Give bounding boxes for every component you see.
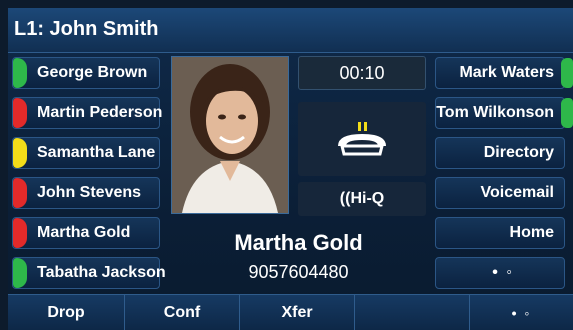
line-key-mark-waters[interactable]: Mark Waters: [435, 57, 573, 89]
presence-indicator: [13, 138, 27, 168]
page-dots-icon: • ◦: [492, 264, 514, 281]
handset-call-icon: [338, 122, 386, 156]
presence-indicator: [13, 218, 27, 248]
title-bar: L1: John Smith: [8, 8, 573, 53]
line-key-label: Tabatha Jackson: [37, 264, 166, 281]
line-key-label: John Stevens: [37, 184, 142, 201]
line-key-tabatha-jackson[interactable]: Tabatha Jackson: [12, 257, 166, 289]
caller-number: 9057604480: [248, 262, 349, 282]
line-key-label: George Brown: [37, 64, 148, 81]
softkey-empty[interactable]: [355, 295, 470, 330]
key-label: Voicemail: [480, 184, 554, 201]
caller-portrait-icon: [172, 57, 288, 213]
line-key-george-brown[interactable]: George Brown: [12, 57, 160, 89]
line-key-martin-pederson[interactable]: Martin Pederson: [12, 97, 163, 129]
presence-indicator: [13, 58, 27, 88]
softkey-more[interactable]: • ◦: [470, 295, 573, 330]
more-pages-key[interactable]: • ◦: [435, 257, 565, 289]
line-key-samantha-lane[interactable]: Samantha Lane: [12, 137, 160, 169]
call-state-panel: [298, 102, 426, 176]
softkey-xfer[interactable]: Xfer: [240, 295, 355, 330]
presence-indicator: [13, 98, 27, 128]
key-label: Home: [509, 224, 554, 241]
phone-screen: L1: John Smith George Brown Martin Peder…: [8, 8, 573, 330]
softkey-bar: Drop Conf Xfer • ◦: [8, 294, 573, 330]
caller-name: Martha Gold: [234, 230, 363, 255]
call-timer: 00:10: [298, 56, 426, 90]
line-key-label: Mark Waters: [459, 64, 554, 81]
presence-indicator: [13, 258, 27, 288]
key-label: Directory: [483, 144, 554, 161]
line-key-tom-wilkonson[interactable]: Tom Wilkonson: [435, 97, 573, 129]
softkey-conf[interactable]: Conf: [125, 295, 240, 330]
directory-key[interactable]: Directory: [435, 137, 565, 169]
line-key-label: Martin Pederson: [37, 104, 163, 121]
home-key[interactable]: Home: [435, 217, 565, 249]
line-key-label: Tom Wilkonson: [436, 104, 554, 121]
line-key-martha-gold[interactable]: Martha Gold: [12, 217, 160, 249]
presence-indicator: [561, 98, 573, 128]
line-key-john-stevens[interactable]: John Stevens: [12, 177, 160, 209]
softkey-drop[interactable]: Drop: [8, 295, 125, 330]
caller-photo: [171, 56, 289, 214]
line-title: L1: John Smith: [14, 18, 159, 40]
presence-indicator: [561, 58, 573, 88]
line-key-label: Samantha Lane: [37, 144, 156, 161]
line-key-label: Martha Gold: [37, 224, 131, 241]
hiq-badge: ((Hi-Q: [298, 182, 426, 216]
voicemail-key[interactable]: Voicemail: [435, 177, 565, 209]
presence-indicator: [13, 178, 27, 208]
